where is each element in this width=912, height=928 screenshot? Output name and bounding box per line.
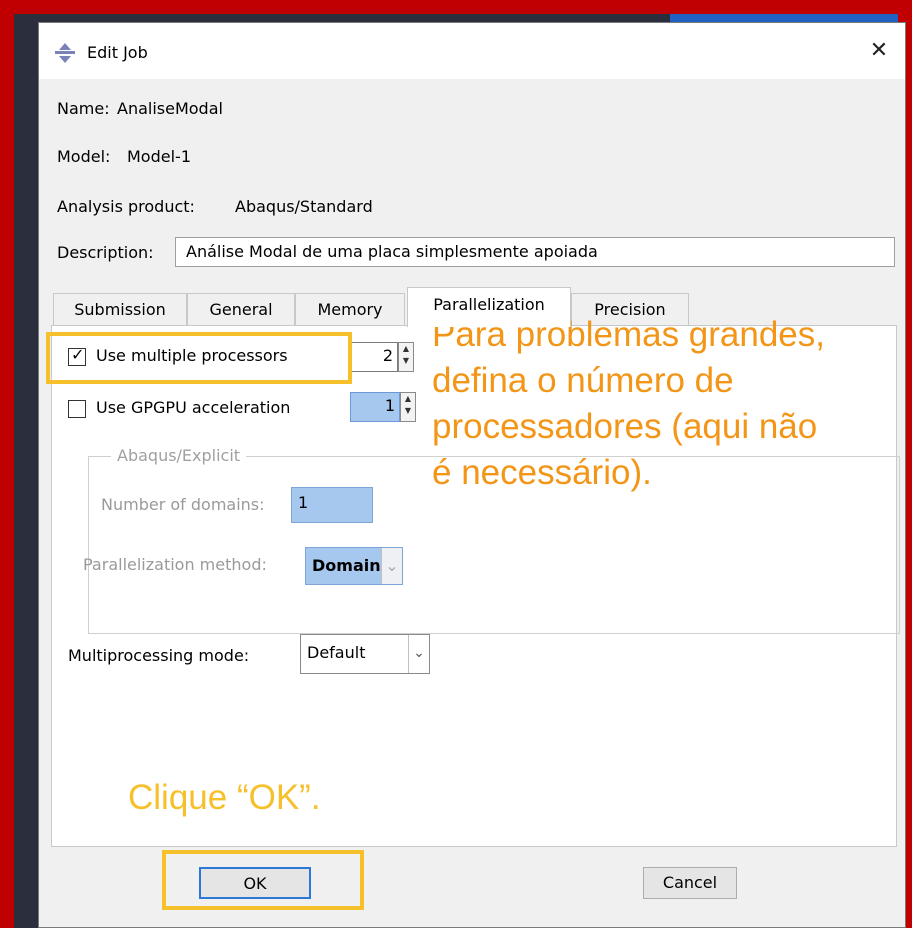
tab-general[interactable]: General: [187, 293, 295, 325]
parallelization-method-select[interactable]: Domain ⌄: [305, 547, 403, 585]
domains-label: Number of domains:: [101, 495, 265, 514]
analysis-product-label: Analysis product:: [57, 197, 195, 216]
abaqus-explicit-legend: Abaqus/Explicit: [111, 446, 247, 465]
tab-submission[interactable]: Submission: [53, 293, 187, 325]
parallelization-method-value: Domain: [312, 556, 381, 575]
abaqus-job-icon: [55, 43, 75, 63]
multiprocessing-mode-select[interactable]: Default ⌄: [300, 634, 430, 674]
gpgpu-count-spinner[interactable]: ▲ ▼: [400, 392, 416, 422]
multiprocessing-mode-value: Default: [307, 643, 366, 662]
name-label: Name:: [57, 99, 110, 118]
processor-count-field[interactable]: 2: [348, 342, 398, 372]
parallelization-method-label: Parallelization method:: [83, 555, 267, 574]
highlight-ok-button: [162, 850, 364, 910]
description-field[interactable]: Análise Modal de uma placa simplesmente …: [175, 237, 895, 267]
title-bar: Edit Job ✕: [39, 23, 905, 79]
model-value: Model-1: [127, 147, 191, 166]
chevron-down-icon: ⌄: [381, 548, 402, 584]
close-button[interactable]: ✕: [863, 35, 895, 67]
dialog-title: Edit Job: [87, 43, 148, 62]
analysis-product-value: Abaqus/Standard: [235, 197, 373, 216]
processor-count-spinner[interactable]: ▲ ▼: [398, 342, 414, 372]
model-label: Model:: [57, 147, 111, 166]
gpgpu-count-field[interactable]: 1: [350, 392, 400, 422]
chevron-down-icon: ⌄: [408, 635, 429, 673]
cancel-button[interactable]: Cancel: [643, 867, 737, 899]
annotation-click-ok: Clique “OK”.: [128, 778, 321, 817]
annotation-processors-note: Para problemas grandes, defina o número …: [432, 315, 825, 492]
highlight-multiple-processors: [46, 332, 352, 384]
gpgpu-label: Use GPGPU acceleration: [96, 398, 291, 417]
multiprocessing-mode-label: Multiprocessing mode:: [68, 646, 250, 665]
tab-memory[interactable]: Memory: [295, 293, 405, 325]
name-value: AnaliseModal: [117, 99, 223, 118]
domains-field[interactable]: 1: [291, 487, 373, 523]
tab-parallelization[interactable]: Parallelization: [407, 287, 571, 327]
gpgpu-checkbox[interactable]: [68, 400, 86, 418]
description-label: Description:: [57, 243, 154, 262]
